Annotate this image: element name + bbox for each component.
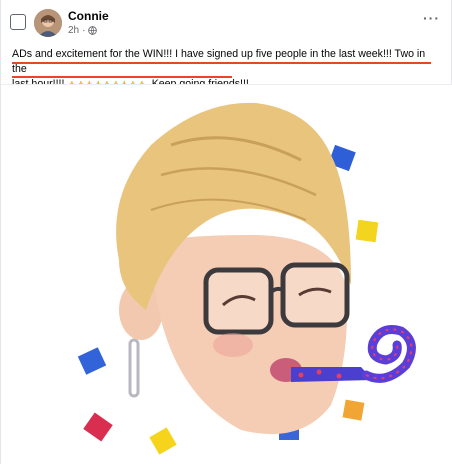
meta-dot: · xyxy=(82,25,86,36)
confetti-red-2 xyxy=(83,412,113,442)
glasses-right xyxy=(280,262,350,328)
post-time[interactable]: 2h xyxy=(68,25,79,36)
highlight-underline-2 xyxy=(12,76,232,78)
confetti-blue-2 xyxy=(77,347,107,375)
highlight-underline-1 xyxy=(12,62,431,64)
author-name[interactable]: Connie xyxy=(68,9,109,23)
feed-post: Connie 2h · ··· ADs and excitement for t… xyxy=(0,0,452,464)
post-header: Connie 2h · ··· xyxy=(1,0,452,42)
glasses-left xyxy=(203,267,274,335)
confetti-yellow-2 xyxy=(149,427,177,455)
select-checkbox[interactable] xyxy=(10,14,26,30)
memoji-illustration xyxy=(77,102,416,455)
confetti-orange-2 xyxy=(342,399,365,421)
post-image[interactable] xyxy=(1,85,452,464)
confetti-yellow-1 xyxy=(355,219,379,243)
more-options-icon[interactable]: ··· xyxy=(423,10,440,26)
globe-icon xyxy=(88,26,98,35)
earring xyxy=(128,338,140,398)
post-meta: 2h · xyxy=(68,25,98,36)
author-avatar[interactable] xyxy=(34,9,62,37)
